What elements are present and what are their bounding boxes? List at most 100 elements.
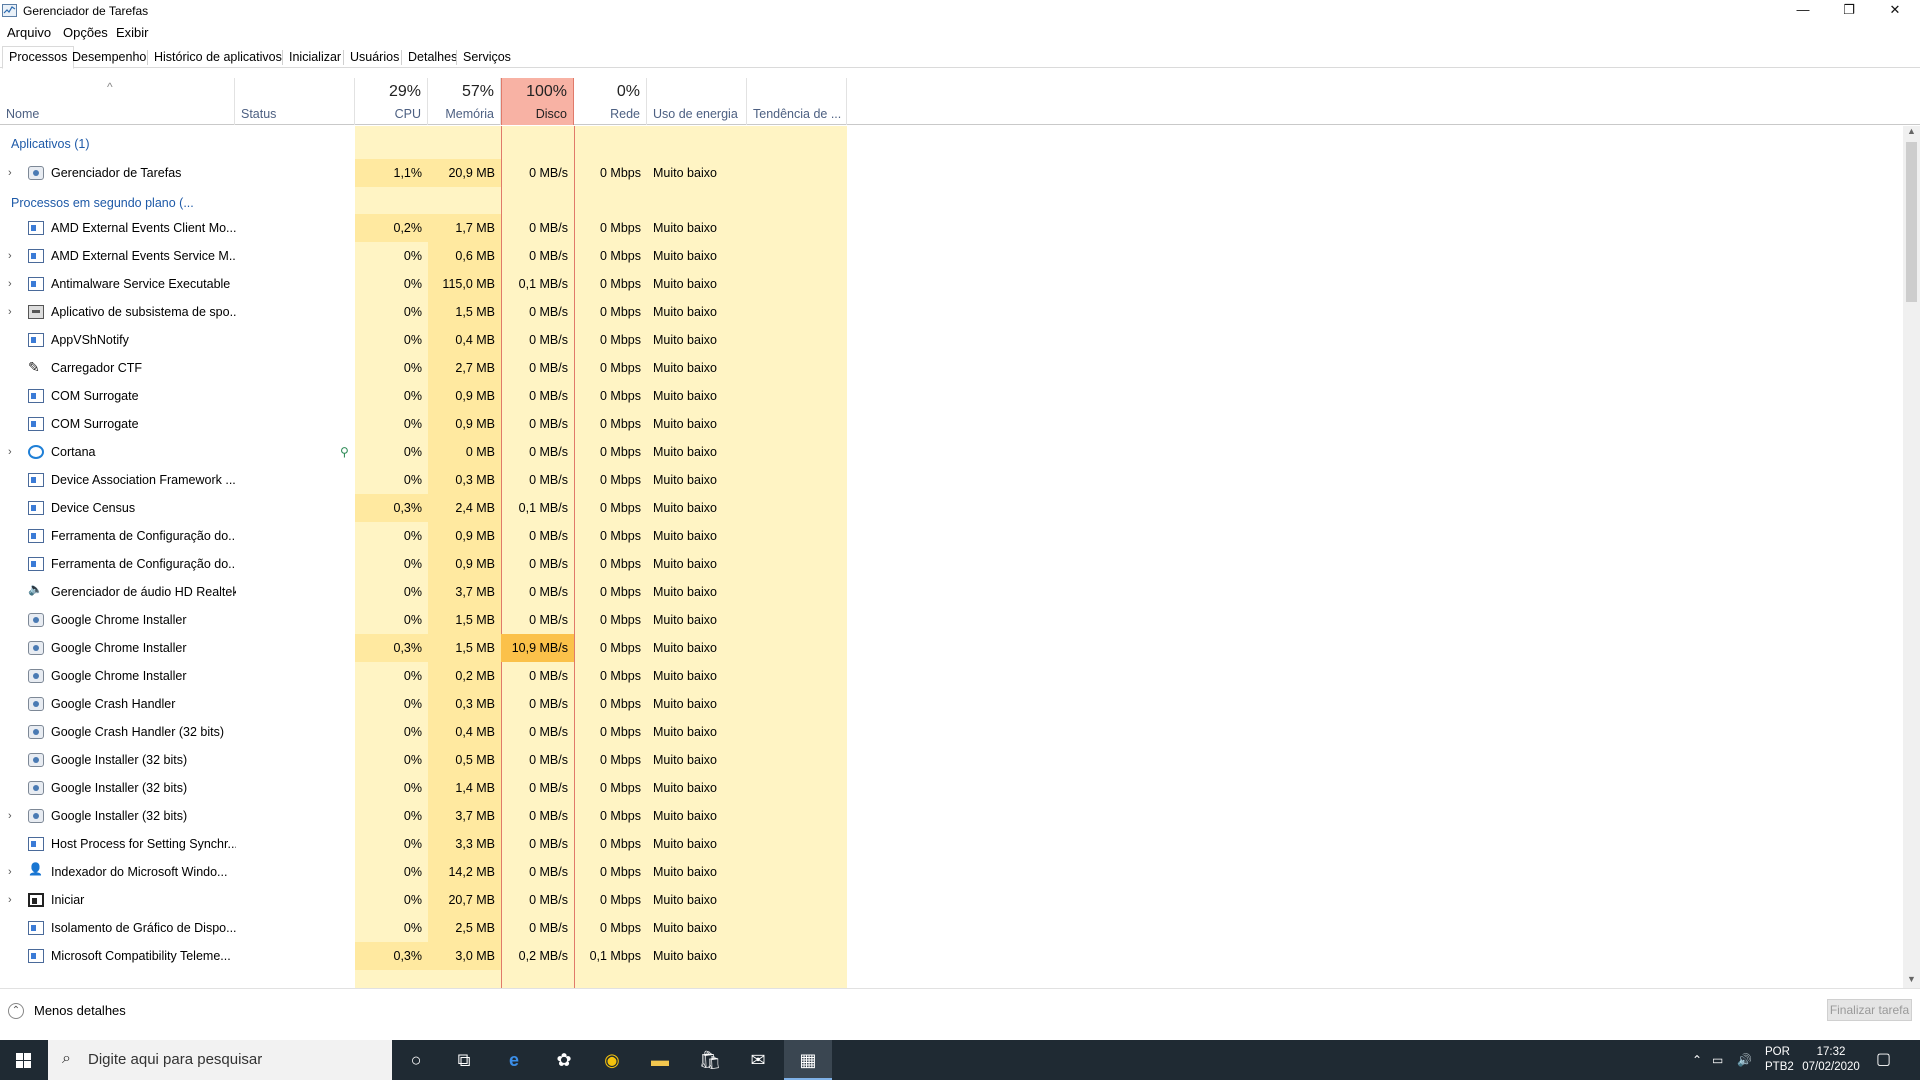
tab-historico[interactable]: Histórico de aplicativos — [148, 48, 288, 68]
cell-disk: 0 MB/s — [529, 361, 568, 375]
process-row[interactable]: Google Installer (32 bits) 0% 0,5 MB 0 MB/s… — [0, 746, 846, 774]
expand-chevron-icon[interactable]: › — [8, 858, 12, 886]
tab-strip: Processos Desempenho Histórico de aplica… — [0, 46, 1920, 69]
process-row[interactable]: Microsoft Compatibility Teleme... 0,3% 3,0… — [0, 942, 846, 970]
process-row[interactable]: Gerenciador de áudio HD Realtek 0% 3,7 MB 0… — [0, 578, 846, 606]
file-explorer-icon[interactable]: ▬ — [636, 1040, 684, 1080]
header-trend[interactable]: Tendência de ... — [747, 78, 847, 125]
process-row[interactable]: Google Crash Handler 0% 0,3 MB 0 MB/s 0 Mbps… — [0, 690, 846, 718]
header-status[interactable]: Status — [235, 78, 355, 125]
process-row[interactable]: AMD External Events Client Mo... 0,2% 1,7 … — [0, 214, 846, 242]
menu-opcoes[interactable]: Opções — [63, 25, 108, 40]
mail-icon[interactable]: ✉ — [734, 1040, 782, 1080]
expand-chevron-icon[interactable]: › — [8, 270, 12, 298]
volume-icon[interactable]: 🔊 — [1737, 1040, 1752, 1080]
notifications-icon[interactable]: ▢ — [1876, 1040, 1891, 1080]
expand-chevron-icon[interactable]: › — [8, 802, 12, 830]
expand-chevron-icon[interactable]: › — [8, 159, 12, 187]
process-row[interactable]: › Gerenciador de Tarefas 1,1% 20,9 MB 0 MB/s… — [0, 159, 846, 187]
cell-cpu: 0% — [403, 781, 422, 795]
scroll-down-icon[interactable]: ▼ — [1903, 974, 1920, 988]
process-row[interactable]: Ferramenta de Configuração do... 0% 0,9 MB… — [0, 550, 846, 578]
cell-mem: 115,0 MB — [428, 270, 501, 298]
expand-chevron-icon[interactable]: › — [8, 298, 12, 326]
expand-chevron-icon[interactable]: › — [8, 438, 12, 466]
header-disk[interactable]: 100% Disco — [501, 78, 574, 125]
tray-chevron-icon[interactable]: ⌃ — [1692, 1040, 1702, 1080]
process-row[interactable]: › Aplicativo de subsistema de spo... 0% 1,5… — [0, 298, 846, 326]
group-header[interactable]: Aplicativos (1) — [0, 130, 846, 158]
cell-mem: 0,6 MB — [428, 242, 501, 270]
close-button[interactable]: ✕ — [1872, 0, 1918, 22]
end-task-button[interactable]: Finalizar tarefa — [1827, 999, 1912, 1021]
process-row[interactable]: › AMD External Events Service M... 0% 0,6 M… — [0, 242, 846, 270]
clock[interactable]: 17:32 07/02/2020 — [1800, 1045, 1862, 1075]
process-row[interactable]: › Iniciar 0% 20,7 MB 0 MB/s 0 Mbps Muito baixo — [0, 886, 846, 914]
installer-icon — [28, 781, 44, 795]
process-row[interactable]: Google Crash Handler (32 bits) 0% 0,4 MB 0 … — [0, 718, 846, 746]
tab-inicializar[interactable]: Inicializar — [283, 48, 347, 68]
process-row[interactable]: Ferramenta de Configuração do... 0% 0,9 MB… — [0, 522, 846, 550]
header-power[interactable]: Uso de energia — [647, 78, 747, 125]
process-row[interactable]: › Antimalware Service Executable 0% 115,0 M… — [0, 270, 846, 298]
menu-arquivo[interactable]: Arquivo — [7, 25, 51, 40]
fewer-details-link[interactable]: Menos detalhes — [34, 1003, 126, 1018]
process-row[interactable]: Google Chrome Installer 0,3% 1,5 MB 10,9 MB… — [0, 634, 846, 662]
minimize-button[interactable]: — — [1780, 0, 1826, 22]
vertical-scrollbar[interactable]: ▲ ▼ — [1903, 126, 1920, 988]
process-row[interactable]: › Cortana ⚲ 0% 0 MB 0 MB/s 0 Mbps Muito baixo — [0, 438, 846, 466]
paint-icon[interactable]: ✿ — [540, 1040, 588, 1080]
process-name: Device Association Framework ... — [51, 473, 236, 487]
edge-icon[interactable]: e — [490, 1040, 538, 1080]
header-memory[interactable]: 57% Memória — [428, 78, 501, 125]
header-cpu[interactable]: 29% CPU — [355, 78, 428, 125]
maximize-button[interactable]: ❐ — [1826, 0, 1872, 22]
scroll-thumb[interactable] — [1906, 142, 1917, 302]
expand-chevron-icon[interactable]: › — [8, 886, 12, 914]
start-button[interactable] — [0, 1040, 48, 1080]
taskmgr-taskbar-icon[interactable]: ▦ — [784, 1040, 832, 1080]
taskbar-search[interactable]: ⌕ Digite aqui para pesquisar — [48, 1040, 392, 1080]
language-indicator[interactable]: POR PTB2 — [1765, 1045, 1794, 1075]
tab-usuarios[interactable]: Usuários — [344, 48, 405, 68]
process-row[interactable]: Device Association Framework ... 0% 0,3 MB… — [0, 466, 846, 494]
cell-net: 0 Mbps — [600, 473, 641, 487]
cell-mem: 0,4 MB — [428, 718, 501, 746]
tab-servicos[interactable]: Serviços — [457, 48, 517, 68]
chrome-icon[interactable]: ◉ — [588, 1040, 636, 1080]
process-row[interactable]: Device Census 0,3% 2,4 MB 0,1 MB/s 0 Mbps Mui… — [0, 494, 846, 522]
process-row[interactable]: Google Installer (32 bits) 0% 1,4 MB 0 MB/s… — [0, 774, 846, 802]
task-view-icon[interactable]: ⧉ — [440, 1040, 488, 1080]
tab-detalhes[interactable]: Detalhes — [402, 48, 463, 68]
process-row[interactable]: COM Surrogate 0% 0,9 MB 0 MB/s 0 Mbps Muito b… — [0, 410, 846, 438]
network-icon[interactable]: ▭ — [1712, 1040, 1723, 1080]
process-row[interactable]: › Google Installer (32 bits) 0% 3,7 MB 0 MB/… — [0, 802, 846, 830]
tab-processos[interactable]: Processos — [2, 46, 75, 69]
cell-power: Muito baixo — [653, 557, 717, 571]
header-name[interactable]: ^ Nome — [0, 78, 235, 125]
cell-power: Muito baixo — [653, 921, 717, 935]
header-network[interactable]: 0% Rede — [574, 78, 647, 125]
process-row[interactable]: › Indexador do Microsoft Windo... 0% 14,2 M… — [0, 858, 846, 886]
expand-chevron-icon[interactable]: › — [8, 242, 12, 270]
cell-disk: 0,2 MB/s — [518, 949, 568, 963]
tab-desempenho[interactable]: Desempenho — [66, 48, 152, 68]
process-row[interactable]: Carregador CTF 0% 2,7 MB 0 MB/s 0 Mbps Muito … — [0, 354, 846, 382]
cell-mem: 3,0 MB — [428, 942, 501, 970]
cell-power: Muito baixo — [653, 641, 717, 655]
process-row[interactable]: Isolamento de Gráfico de Dispo... 0% 2,5 M… — [0, 914, 846, 942]
cell-disk: 0 MB/s — [529, 473, 568, 487]
group-header[interactable]: Processos em segundo plano (... — [0, 189, 846, 217]
process-row[interactable]: AppVShNotify 0% 0,4 MB 0 MB/s 0 Mbps Muito ba… — [0, 326, 846, 354]
store-icon[interactable]: 🛍 — [686, 1040, 734, 1080]
cell-cpu: 0% — [403, 445, 422, 459]
process-row[interactable]: Host Process for Setting Synchr... 0% 3,3 … — [0, 830, 846, 858]
menu-exibir[interactable]: Exibir — [116, 25, 149, 40]
process-row[interactable]: COM Surrogate 0% 0,9 MB 0 MB/s 0 Mbps Muito b… — [0, 382, 846, 410]
chevron-up-icon[interactable]: ⌃ — [8, 1003, 24, 1019]
process-row[interactable]: Google Chrome Installer 0% 1,5 MB 0 MB/s 0 M… — [0, 606, 846, 634]
process-name: Google Installer (32 bits) — [51, 753, 188, 767]
process-row[interactable]: Google Chrome Installer 0% 0,2 MB 0 MB/s 0 M… — [0, 662, 846, 690]
scroll-up-icon[interactable]: ▲ — [1903, 126, 1920, 140]
cortana-circle-icon[interactable]: ○ — [392, 1040, 440, 1080]
